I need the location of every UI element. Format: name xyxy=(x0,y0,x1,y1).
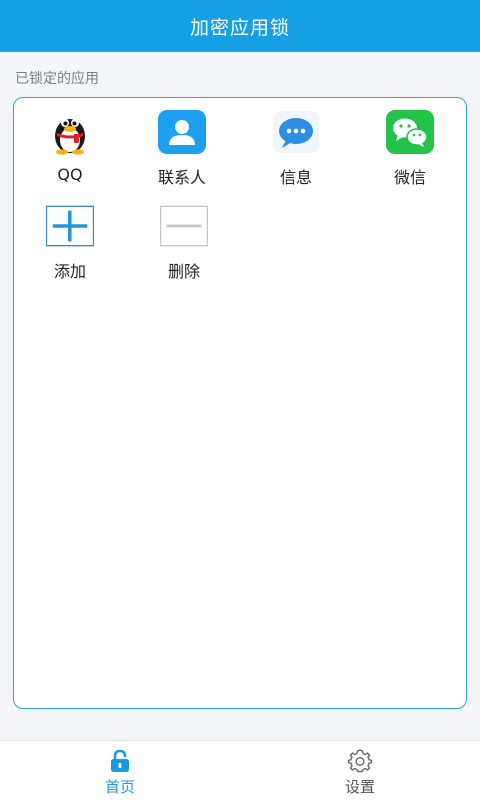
gear-icon xyxy=(347,749,373,773)
qq-penguin-icon xyxy=(46,108,94,156)
app-item-qq[interactable]: QQ xyxy=(20,98,120,188)
app-item-contacts[interactable]: 联系人 xyxy=(132,98,232,188)
plus-icon xyxy=(46,202,94,249)
minus-icon xyxy=(160,202,208,249)
app-label-messages: 信息 xyxy=(279,168,312,187)
add-label: 添加 xyxy=(53,262,86,281)
messages-icon xyxy=(272,108,320,155)
delete-label: 删除 xyxy=(167,262,200,281)
nav-item-settings[interactable]: 设置 xyxy=(240,741,480,800)
wechat-icon xyxy=(386,108,434,155)
page-title: 加密应用锁 xyxy=(189,16,290,39)
section-title: 已锁定的应用 xyxy=(15,71,99,87)
nav-label-settings: 设置 xyxy=(344,778,375,796)
locked-apps-panel: QQ 联系人 信息 微信 添加 删除 xyxy=(13,97,467,709)
bottom-navigation: 首页 设置 xyxy=(0,740,480,800)
contacts-icon xyxy=(158,108,206,155)
app-header: 加密应用锁 xyxy=(0,0,480,52)
app-label-wechat: 微信 xyxy=(393,168,426,187)
app-item-wechat[interactable]: 微信 xyxy=(360,98,460,188)
app-label-contacts: 联系人 xyxy=(157,168,206,187)
nav-label-home: 首页 xyxy=(104,778,135,796)
lock-icon xyxy=(111,749,129,772)
delete-app-button[interactable]: 删除 xyxy=(134,192,234,282)
nav-item-home[interactable]: 首页 xyxy=(0,741,240,800)
app-label-qq: QQ xyxy=(57,165,83,184)
app-item-messages[interactable]: 信息 xyxy=(246,98,346,188)
add-app-button[interactable]: 添加 xyxy=(20,192,120,282)
